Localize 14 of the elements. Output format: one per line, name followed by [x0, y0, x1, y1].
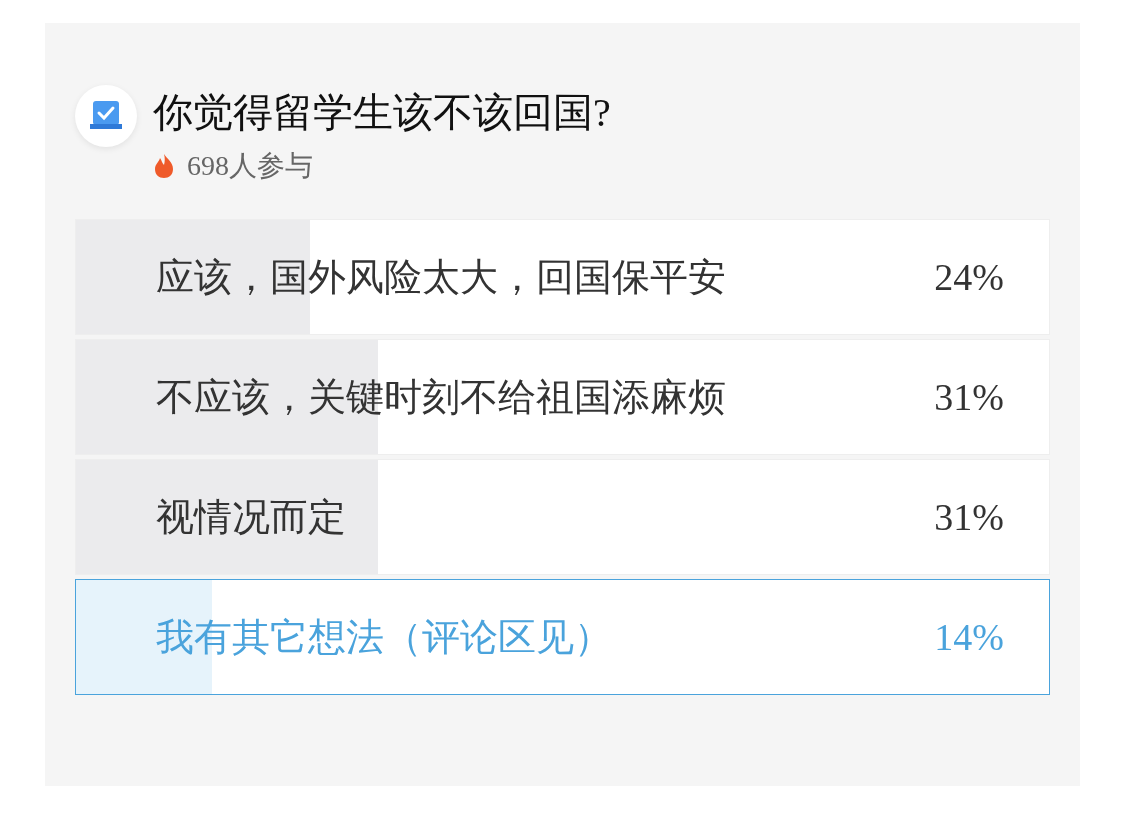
participant-count: 698人参与	[187, 149, 313, 183]
poll-option[interactable]: 应该，国外风险太大，回国保平安 24%	[75, 219, 1050, 335]
option-label: 应该，国外风险太大，回国保平安	[156, 254, 726, 300]
option-percent: 24%	[934, 255, 1004, 299]
option-label: 不应该，关键时刻不给祖国添麻烦	[156, 374, 726, 420]
poll-title: 你觉得留学生该不该回国?	[153, 89, 611, 137]
option-label: 我有其它想法（评论区见）	[156, 614, 612, 660]
poll-option[interactable]: 不应该，关键时刻不给祖国添麻烦 31%	[75, 339, 1050, 455]
poll-option[interactable]: 视情况而定 31%	[75, 459, 1050, 575]
option-percent: 14%	[934, 615, 1004, 659]
option-percent: 31%	[934, 375, 1004, 419]
option-label: 视情况而定	[156, 494, 346, 540]
option-percent: 31%	[934, 495, 1004, 539]
flame-icon	[153, 153, 175, 179]
